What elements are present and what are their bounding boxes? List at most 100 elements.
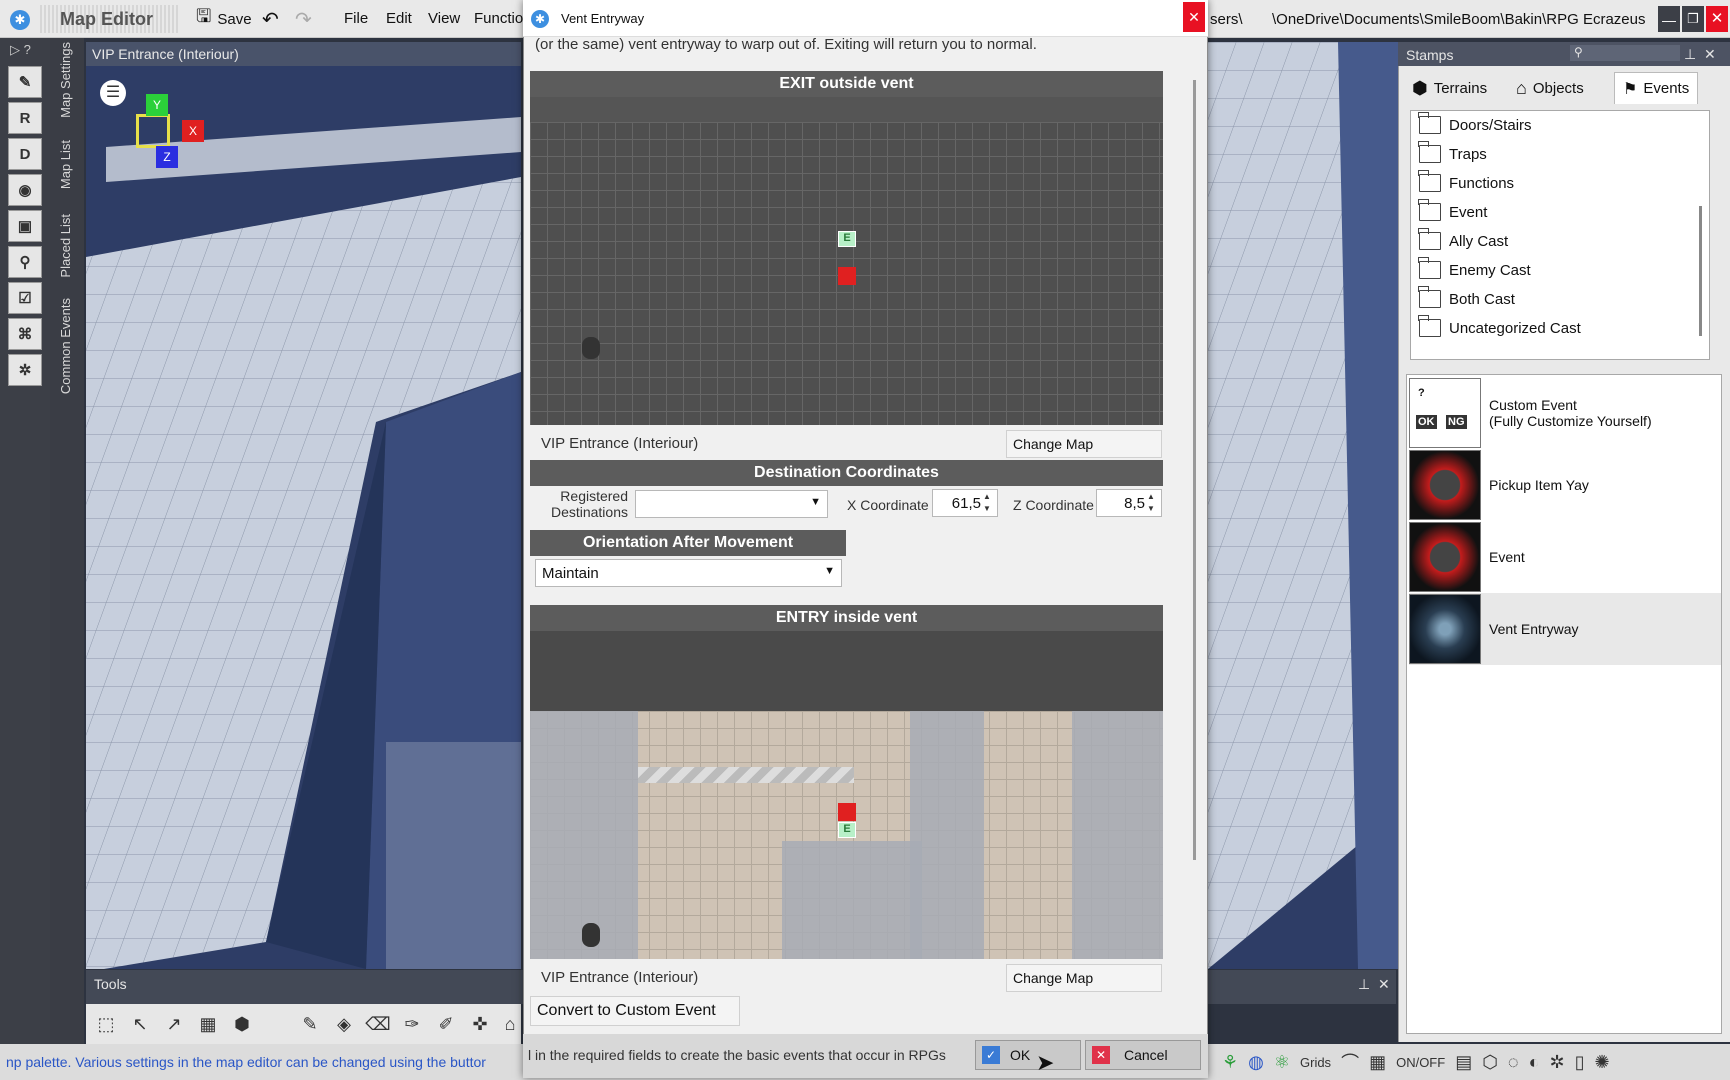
event-stamp-pickup[interactable]: Pickup Item Yay [1409,449,1721,521]
x-axis-handle[interactable]: X [182,120,204,142]
fill-tool-icon[interactable]: ◈ [330,1010,358,1038]
z-stepper-icon[interactable]: ▲ ▼ [1147,491,1155,515]
folder-item[interactable]: Uncategorized Cast [1418,314,1581,342]
tab-placed-list[interactable]: Placed List [58,214,73,278]
folder-item[interactable]: Traps [1418,140,1487,168]
d-tool-icon[interactable]: D [8,138,42,170]
grid-toggle-icon[interactable]: ▦ [1369,1052,1386,1073]
network-icon[interactable]: ⚛ [1274,1052,1290,1073]
convert-to-custom-event-button[interactable]: Convert to Custom Event [530,996,740,1026]
r-tool-icon[interactable]: R [8,102,42,134]
menu-functions[interactable]: Functio [474,10,523,27]
tab-objects[interactable]: ⌂ Objects [1516,72,1584,104]
node-icon[interactable]: ✲ [8,354,42,386]
redo-icon[interactable]: ↷ [295,6,312,32]
cancel-label: Cancel [1124,1047,1168,1063]
home-tool-icon[interactable]: ⌂ [496,1010,524,1038]
grid-tool-icon[interactable]: ▦ [194,1010,222,1038]
camera-icon[interactable]: ◉ [8,174,42,206]
save-icon: 🖫 [196,6,212,26]
save-button[interactable]: 🖫 Save [196,6,252,32]
tools-pin-icon[interactable]: ⊥ [1358,976,1370,993]
stamp-tool-icon[interactable]: ✜ [466,1010,494,1038]
folder-item[interactable]: Doors/Stairs [1418,111,1532,139]
menu-view[interactable]: View [428,10,460,27]
dialog-scrollbar[interactable] [1193,80,1196,860]
folder-label: Functions [1449,174,1515,192]
mouse-cursor-icon: ➤ [1036,1050,1055,1075]
tools-close-icon[interactable]: ✕ [1378,976,1390,993]
entry-position-marker [838,803,856,821]
expand-icon[interactable]: ▷ ? [10,42,31,58]
orientation-select[interactable]: Maintain ▼ [535,559,842,587]
entry-map-preview[interactable]: E [530,631,1163,959]
cylinder-icon[interactable]: ▯ [1575,1052,1585,1073]
folder-item[interactable]: Ally Cast [1418,227,1508,255]
edit-map-icon[interactable]: ✎ [8,66,42,98]
layers-icon[interactable]: ▤ [1455,1052,1472,1073]
rect-select-icon[interactable]: ⬚ [92,1010,120,1038]
ball-icon[interactable]: ◐ [1529,1052,1540,1073]
grids-label: Grids [1300,1054,1332,1070]
ok-button[interactable]: ✓ OK [975,1040,1081,1070]
folder-item[interactable]: Functions [1418,169,1515,197]
folder-scrollbar[interactable] [1699,206,1702,336]
event-icon [1409,522,1481,592]
dialog-close-icon[interactable]: ✕ [1183,2,1205,32]
cube-tool-icon[interactable]: ⬢ [228,1010,256,1038]
folder-item[interactable]: Both Cast [1418,285,1515,313]
event-stamp-custom[interactable]: ? OK NG Custom Event (Fully Customize Yo… [1409,377,1721,449]
entry-change-map-button[interactable]: Change Map [1006,964,1162,992]
globe-icon[interactable]: ◍ [1248,1052,1264,1073]
map-viewport[interactable] [86,42,521,969]
z-axis-handle[interactable]: Z [156,146,178,168]
x-stepper-icon[interactable]: ▲ ▼ [983,491,991,515]
stamps-pin-icon[interactable]: ⊥ [1684,46,1696,63]
tab-terrains[interactable]: ⬢ Terrains [1412,72,1487,104]
skeleton-icon[interactable]: ✲ [1550,1052,1565,1073]
aperture-icon[interactable]: ✺ [1595,1052,1610,1073]
event-text: Custom Event (Fully Customize Yourself) [1489,397,1652,429]
stamps-title-label: Stamps [1406,47,1454,63]
eraser-tool-icon[interactable]: ⌫ [364,1010,392,1038]
restore-icon[interactable]: ❐ [1682,6,1704,32]
free-select-icon[interactable]: ↗ [160,1010,188,1038]
sphere-icon[interactable]: ◌ [1508,1052,1519,1073]
folder-item[interactable]: Event [1418,198,1487,226]
axis-gizmo[interactable]: Y X Z [116,90,206,180]
vent-event-icon [1409,594,1481,664]
tab-events[interactable]: ⚑ Events [1614,72,1699,104]
window-close-icon[interactable]: ✕ [1706,6,1728,32]
stamps-search-input[interactable] [1570,45,1680,61]
lasso-select-icon[interactable]: ↖ [126,1010,154,1038]
check-icon[interactable]: ☑ [8,282,42,314]
cancel-button[interactable]: ✕ Cancel [1085,1040,1201,1070]
stamps-close-icon[interactable]: ✕ [1704,46,1716,63]
minimize-icon[interactable]: — [1658,6,1680,32]
tab-map-list[interactable]: Map List [58,140,73,189]
undo-icon[interactable]: ↶ [262,6,279,32]
tree-icon[interactable]: ⚘ [1222,1052,1238,1073]
tab-common-events[interactable]: Common Events [58,298,73,394]
y-axis-handle[interactable]: Y [146,94,168,116]
pick-tool-icon[interactable]: ✑ [398,1010,426,1038]
box-icon[interactable]: ⬡ [1482,1052,1498,1073]
registered-destinations-select[interactable]: ▼ [635,490,828,518]
z-coordinate-value: 8,5 [1124,494,1145,512]
folder-item[interactable]: Enemy Cast [1418,256,1531,284]
brush-tool-icon[interactable]: ✐ [432,1010,460,1038]
event-stamp-vent[interactable]: Vent Entryway [1409,593,1721,665]
tab-map-settings[interactable]: Map Settings [58,42,73,118]
exit-map-preview[interactable]: E [530,97,1163,425]
screen-icon[interactable]: ▣ [8,210,42,242]
menu-edit[interactable]: Edit [386,10,412,27]
pencil-tool-icon[interactable]: ✎ [296,1010,324,1038]
arch-icon[interactable]: ⌒ [1341,1049,1359,1075]
event-stamp-event[interactable]: Event [1409,521,1721,593]
search-tool-icon[interactable]: ⚲ [8,246,42,278]
flow-icon[interactable]: ⌘ [8,318,42,350]
exit-change-map-button[interactable]: Change Map [1006,430,1162,458]
onoff-label[interactable]: ON/OFF [1396,1055,1445,1070]
viewport-right-part[interactable] [1208,42,1398,969]
menu-file[interactable]: File [344,10,368,27]
